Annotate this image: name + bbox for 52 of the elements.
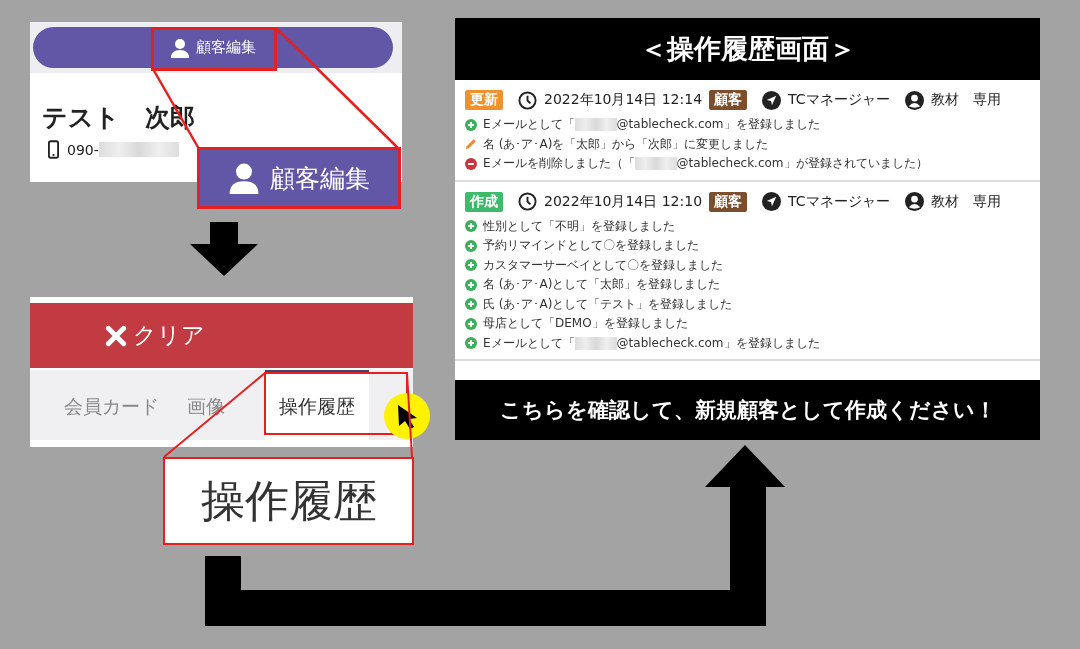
user-icon [904, 192, 924, 211]
log-line: 氏 (あ･ア･A)として「テスト」を登録しました [483, 295, 733, 313]
clear-button[interactable]: クリア [30, 303, 413, 368]
tab[interactable]: 会員カード [50, 370, 173, 440]
log-line: 名 (あ･ア･A)を「太郎」から「次郎」に変更しました [483, 135, 769, 153]
plus-icon [465, 337, 477, 350]
panel-title: ＜操作履歴画面＞ [638, 32, 857, 66]
operator-name: TCマネージャー [788, 91, 890, 109]
account-name: 教材 専用 [930, 192, 1001, 211]
log-line: Eメールとして「 @tablecheck.com」を登録しました [483, 334, 820, 352]
close-icon [105, 324, 127, 347]
log-line: 名 (あ･ア･A)として「太郎」を登録しました [483, 276, 721, 294]
navigation-icon [762, 192, 782, 211]
plus-icon [465, 220, 477, 233]
down-arrow-icon [190, 222, 258, 276]
datetime: 2022年10月14日 12:14 [544, 91, 703, 109]
log-line: Eメールを削除しました（「 @tablecheck.com」が登録されていました） [483, 155, 928, 173]
zoomed-edit-button[interactable]: 顧客編集 [197, 147, 401, 209]
zoomed-tab-label: 操作履歴 [163, 457, 414, 545]
action-badge: 作成 [465, 191, 503, 212]
tab[interactable]: 画像 [173, 370, 239, 440]
user-icon [904, 90, 924, 110]
phone-number: 090- [67, 141, 179, 158]
category-badge: 顧客 [709, 90, 748, 110]
plus-icon [465, 118, 477, 131]
datetime: 2022年10月14日 12:10 [544, 192, 703, 211]
plus-icon [465, 259, 477, 272]
clock-icon [518, 90, 537, 110]
person-icon [170, 37, 190, 58]
cursor-icon [384, 393, 430, 439]
category-badge: 顧客 [709, 191, 748, 212]
log-line: カスタマーサーベイとして〇を登録しました [483, 256, 723, 274]
log-line: 予約リマインドとして〇を登録しました [483, 237, 699, 255]
plus-icon [465, 239, 477, 252]
action-badge: 更新 [465, 90, 503, 110]
log-line: 性別として「不明」を登録しました [483, 217, 675, 235]
edit-customer-button[interactable]: 顧客編集 [33, 27, 393, 68]
plus-icon [465, 317, 477, 330]
tab[interactable]: 操作履歴 [265, 370, 369, 440]
person-icon [228, 162, 260, 194]
pencil-icon [465, 138, 477, 151]
navigation-icon [762, 90, 782, 110]
plus-icon [465, 278, 477, 291]
log-line: Eメールとして「 @tablecheck.com」を登録しました [483, 116, 820, 134]
phone-icon [48, 140, 59, 159]
plus-icon [465, 298, 477, 311]
account-name: 教材 専用 [930, 91, 1001, 109]
instruction-text: こちらを確認して、新規顧客として作成ください！ [499, 397, 996, 424]
clock-icon [518, 192, 537, 211]
operator-name: TCマネージャー [788, 192, 890, 211]
log-line: 母店として「DEMO」を登録しました [483, 315, 688, 333]
minus-icon [465, 157, 477, 170]
